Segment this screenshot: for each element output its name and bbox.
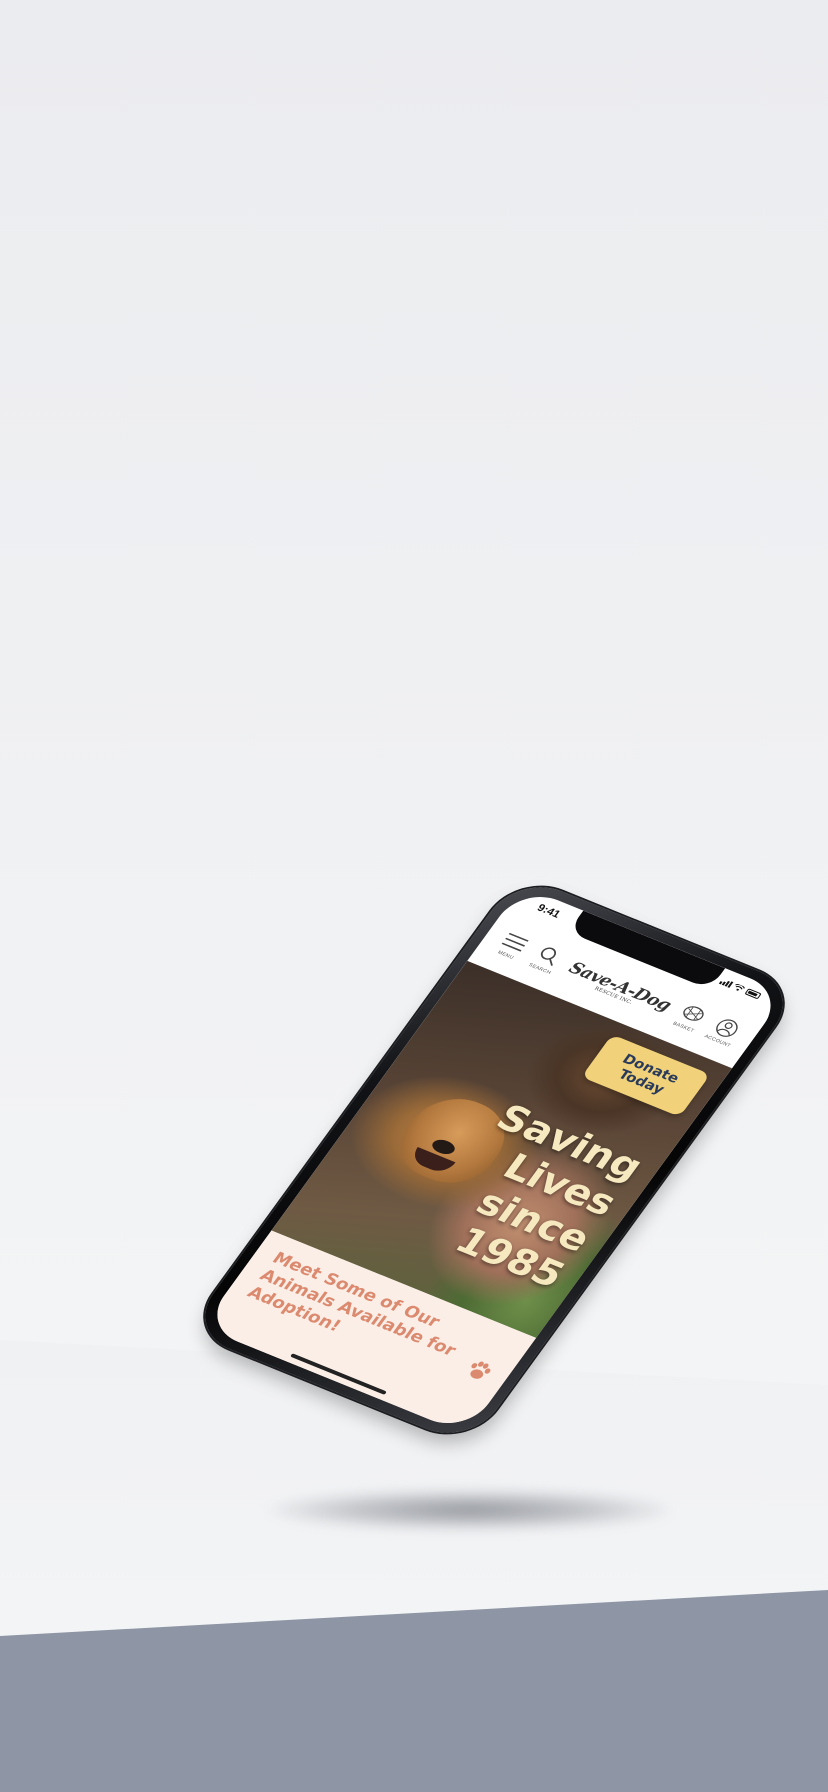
signal-icon: [718, 978, 734, 988]
status-icons: [718, 978, 762, 1000]
wifi-icon: [735, 984, 745, 991]
phone-mockup: 9:41 MENU SEARCH Save-A-Dog RESCUE INC. …: [186, 873, 802, 1447]
phone-screen: 9:41 MENU SEARCH Save-A-Dog RESCUE INC. …: [201, 885, 787, 1435]
phone-shadow: [270, 1490, 670, 1530]
status-time: 9:41: [534, 902, 563, 921]
battery-icon: [744, 988, 762, 1000]
